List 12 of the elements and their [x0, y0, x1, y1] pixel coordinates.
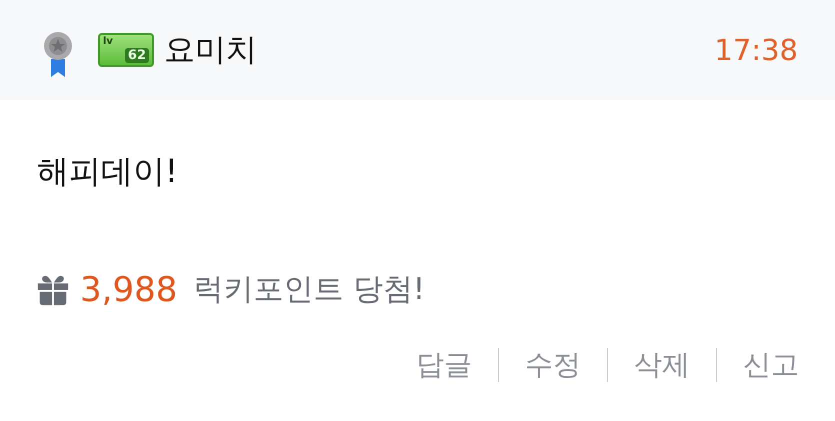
points-amount: 3,988 [80, 270, 178, 310]
medal-icon [44, 29, 72, 77]
action-link[interactable]: 신고 [716, 348, 799, 382]
reward-label: 럭키포인트 당첨! [193, 271, 425, 309]
action-link[interactable]: 수정 [498, 348, 581, 382]
timestamp: 17:38 [714, 33, 798, 67]
action-link[interactable]: 삭제 [607, 348, 690, 382]
level-number: 62 [124, 48, 149, 63]
comment-text: 해피데이! [36, 151, 179, 192]
username: 요미치 [164, 31, 257, 70]
action-link[interactable]: 답글 [416, 348, 472, 382]
level-prefix: lv [103, 36, 114, 48]
